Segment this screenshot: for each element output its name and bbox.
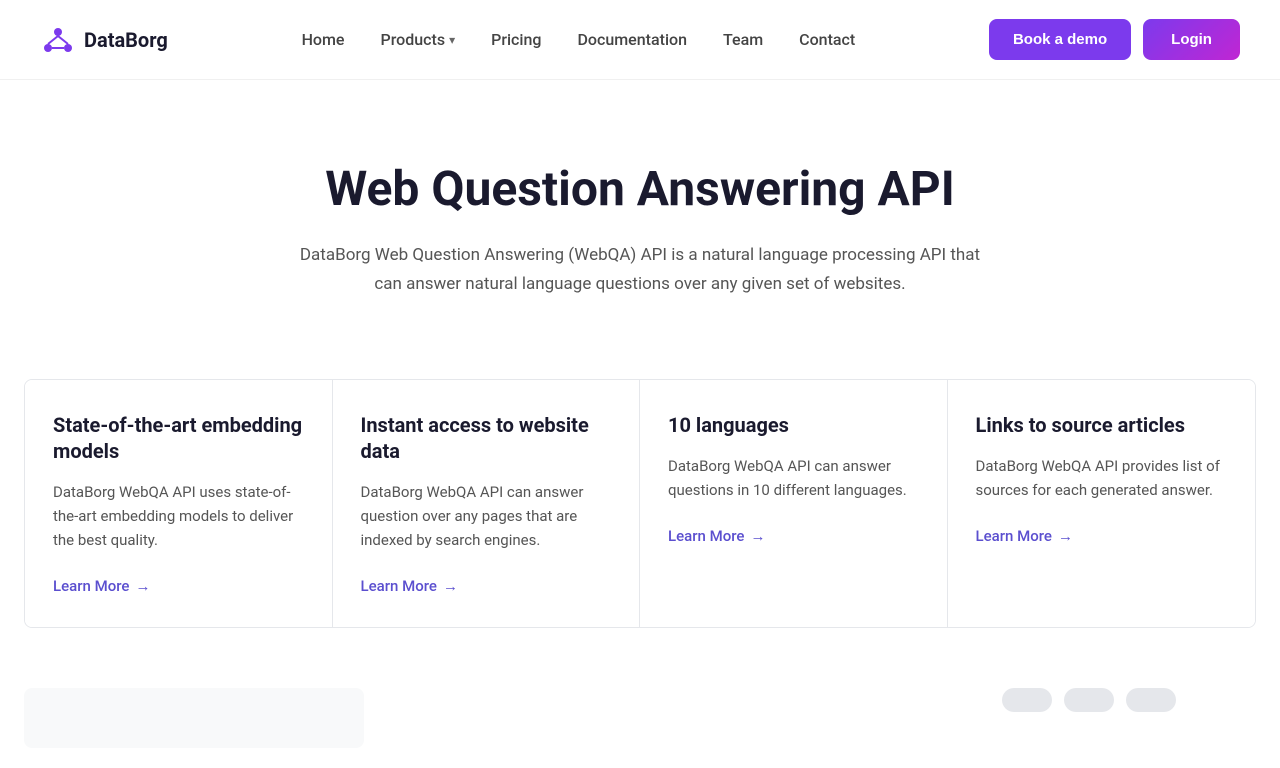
chevron-down-icon: ▾ — [449, 33, 455, 47]
nav-pricing[interactable]: Pricing — [491, 30, 541, 49]
feature-cards-section: State-of-the-art embedding models DataBo… — [0, 359, 1280, 668]
navbar: DataBorg Home Products ▾ Pricing Documen… — [0, 0, 1280, 80]
card-desc-2: DataBorg WebQA API can answer questions … — [668, 454, 919, 502]
logo-link[interactable]: DataBorg — [40, 22, 168, 58]
hero-description: DataBorg Web Question Answering (WebQA) … — [290, 241, 990, 299]
nav-home[interactable]: Home — [302, 30, 345, 49]
hero-title: Web Question Answering API — [40, 160, 1240, 217]
bottom-pagination — [1002, 688, 1256, 712]
card-title-3: Links to source articles — [976, 412, 1228, 438]
nav-links: Home Products ▾ Pricing Documentation Te… — [302, 30, 856, 49]
logo-text: DataBorg — [84, 28, 168, 52]
learn-more-link-1[interactable]: Learn More → — [361, 577, 458, 595]
nav-actions: Book a demo Login — [989, 19, 1240, 60]
nav-contact[interactable]: Contact — [799, 30, 855, 49]
nav-documentation[interactable]: Documentation — [577, 30, 687, 49]
card-desc-3: DataBorg WebQA API provides list of sour… — [976, 454, 1228, 502]
nav-products[interactable]: Products ▾ — [381, 30, 456, 49]
arrow-right-icon-2: → — [750, 527, 765, 545]
bottom-card-1 — [24, 688, 364, 748]
logo-icon — [40, 22, 76, 58]
learn-more-link-0[interactable]: Learn More → — [53, 577, 150, 595]
dot-2 — [1064, 688, 1114, 712]
learn-more-link-2[interactable]: Learn More → — [668, 527, 765, 545]
bottom-section — [0, 668, 1280, 768]
card-desc-0: DataBorg WebQA API uses state-of-the-art… — [53, 480, 304, 552]
card-desc-1: DataBorg WebQA API can answer question o… — [361, 480, 612, 552]
login-button[interactable]: Login — [1143, 19, 1240, 60]
arrow-right-icon-1: → — [443, 577, 458, 595]
card-title-1: Instant access to website data — [361, 412, 612, 464]
arrow-right-icon-3: → — [1058, 527, 1073, 545]
card-title-0: State-of-the-art embedding models — [53, 412, 304, 464]
book-demo-button[interactable]: Book a demo — [989, 19, 1131, 60]
hero-section: Web Question Answering API DataBorg Web … — [0, 80, 1280, 359]
dot-3 — [1126, 688, 1176, 712]
card-website-data: Instant access to website data DataBorg … — [333, 380, 641, 627]
nav-team[interactable]: Team — [723, 30, 763, 49]
card-languages: 10 languages DataBorg WebQA API can answ… — [640, 380, 948, 627]
card-title-2: 10 languages — [668, 412, 919, 438]
card-source-articles: Links to source articles DataBorg WebQA … — [948, 380, 1256, 627]
cards-grid: State-of-the-art embedding models DataBo… — [24, 379, 1256, 628]
card-embedding-models: State-of-the-art embedding models DataBo… — [25, 380, 333, 627]
arrow-right-icon-0: → — [135, 577, 150, 595]
learn-more-link-3[interactable]: Learn More → — [976, 527, 1073, 545]
dot-1 — [1002, 688, 1052, 712]
